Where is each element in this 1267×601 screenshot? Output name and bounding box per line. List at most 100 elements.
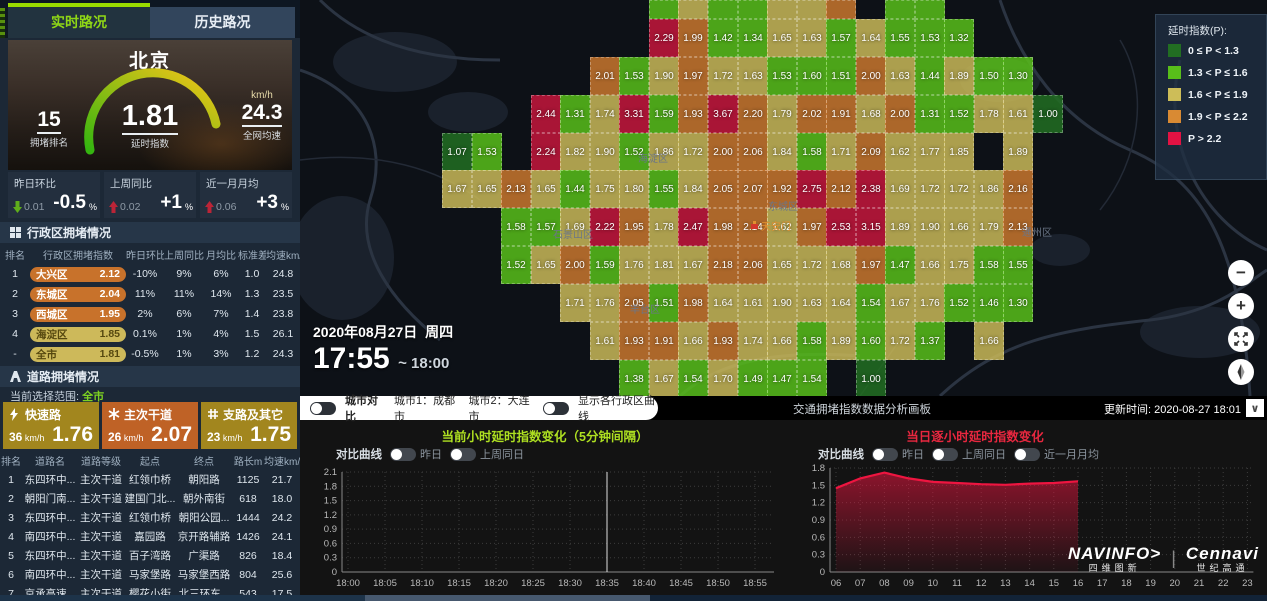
heatmap-cell[interactable]: 1.54 [797, 360, 827, 396]
heatmap-cell[interactable]: 1.78 [649, 208, 679, 246]
heatmap-cell[interactable]: 1.90 [915, 208, 945, 246]
heatmap-cell[interactable]: 2.00 [856, 57, 886, 95]
heatmap-cell[interactable]: 2.00 [708, 133, 738, 171]
heatmap-cell[interactable]: 1.63 [738, 57, 768, 95]
heatmap-cell[interactable]: 2.12 [826, 170, 856, 208]
zoom-in-button[interactable]: + [1228, 293, 1254, 319]
heatmap-cell[interactable]: 2.02 [797, 95, 827, 133]
heatmap-cell[interactable]: 1.54 [678, 360, 708, 396]
horizontal-scrollbar[interactable] [0, 595, 1267, 601]
heatmap-cell[interactable]: 1.79 [974, 208, 1004, 246]
heatmap-cell[interactable]: 2.47 [678, 208, 708, 246]
heatmap-cell[interactable]: 3.31 [619, 95, 649, 133]
heatmap-cell[interactable]: 1.85 [944, 133, 974, 171]
heatmap-cell[interactable]: 1.82 [560, 133, 590, 171]
heatmap-cell[interactable]: 1.75 [590, 170, 620, 208]
heatmap-cell[interactable]: 1.62 [885, 133, 915, 171]
heatmap-cell[interactable]: 1.66 [767, 322, 797, 360]
district-curves-toggle[interactable] [543, 402, 569, 415]
heatmap-cell[interactable]: 1.58 [797, 133, 827, 171]
zoom-out-button[interactable]: − [1228, 260, 1254, 286]
heatmap-cell[interactable]: 1.98 [708, 208, 738, 246]
heatmap-cell[interactable]: 2.53 [826, 208, 856, 246]
heatmap-cell[interactable]: 2.00 [560, 246, 590, 284]
heatmap-cell[interactable]: 2.09 [856, 133, 886, 171]
toggle-switch[interactable] [450, 448, 476, 461]
heatmap-cell[interactable]: 1.91 [826, 95, 856, 133]
heatmap-cell[interactable]: 1.64 [708, 284, 738, 322]
heatmap-cell[interactable]: 2.38 [856, 170, 886, 208]
heatmap-cell[interactable]: 1.74 [590, 95, 620, 133]
heatmap-cell[interactable]: 1.00 [856, 360, 886, 396]
road-row[interactable]: 5东四环中...主次干道百子湾路广渠路82618.4 [0, 546, 300, 565]
chart-toggle[interactable]: 昨日 [390, 446, 442, 462]
heatmap-cell[interactable]: 1.61 [1003, 95, 1033, 133]
road-row[interactable]: 2朝阳门南...主次干道建国门北...朝外南街61818.0 [0, 489, 300, 508]
heatmap-cell[interactable]: 1.67 [678, 246, 708, 284]
tab-history-traffic[interactable]: 历史路况 [150, 7, 295, 38]
heatmap-cell[interactable]: 1.65 [531, 246, 561, 284]
heatmap-cell[interactable]: 1.63 [797, 19, 827, 57]
heatmap-cell[interactable]: 1.50 [974, 57, 1004, 95]
heatmap-cell[interactable]: 1.84 [767, 133, 797, 171]
road-class-card[interactable]: 快速路36 km/h1.76 [3, 402, 99, 449]
heatmap-cell[interactable]: 2.13 [501, 170, 531, 208]
city1[interactable]: 城市1：成都市 [394, 392, 460, 424]
toggle-switch[interactable] [872, 448, 898, 461]
heatmap-cell[interactable]: 1.89 [1003, 133, 1033, 171]
heatmap-cell[interactable]: 2.29 [649, 19, 679, 57]
heatmap-cell[interactable]: 1.55 [885, 19, 915, 57]
heatmap-cell[interactable]: 1.67 [885, 284, 915, 322]
heatmap-cell[interactable]: 1.76 [590, 284, 620, 322]
heatmap-cell[interactable]: 1.63 [797, 284, 827, 322]
road-class-card[interactable]: 主次干道26 km/h2.07 [102, 402, 198, 449]
heatmap-cell[interactable]: 1.55 [1003, 246, 1033, 284]
heatmap-cell[interactable]: 1.58 [974, 246, 1004, 284]
road-class-card[interactable]: 支路及其它23 km/h1.75 [201, 402, 297, 449]
tab-realtime-traffic[interactable]: 实时路况 [8, 7, 150, 38]
heatmap-cell[interactable]: 2.00 [885, 95, 915, 133]
heatmap-cell[interactable]: 1.64 [856, 19, 886, 57]
heatmap-cell[interactable]: 1.65 [767, 246, 797, 284]
heatmap-cell[interactable]: 1.89 [944, 57, 974, 95]
heatmap-cell[interactable]: 1.95 [619, 208, 649, 246]
heatmap-cell[interactable]: 1.65 [472, 170, 502, 208]
heatmap-cell[interactable]: 1.58 [501, 208, 531, 246]
road-row[interactable]: 1东四环中...主次干道红领巾桥朝阳路112521.7 [0, 470, 300, 489]
heatmap-cell[interactable]: 2.07 [738, 170, 768, 208]
heatmap-cell[interactable]: 1.58 [797, 322, 827, 360]
heatmap-cell[interactable]: 1.67 [649, 360, 679, 396]
heatmap-cell[interactable]: 1.93 [708, 322, 738, 360]
heatmap-cell[interactable]: 1.63 [885, 57, 915, 95]
heatmap-cell[interactable]: 1.84 [678, 170, 708, 208]
heatmap-cell[interactable]: 1.66 [974, 322, 1004, 360]
heatmap-cell[interactable]: 1.97 [856, 246, 886, 284]
heatmap-cell[interactable]: 1.75 [944, 246, 974, 284]
heatmap-cell[interactable]: 2.22 [590, 208, 620, 246]
collapse-button[interactable]: ∨ [1246, 399, 1264, 417]
heatmap-cell[interactable]: 1.59 [649, 95, 679, 133]
heatmap-cell[interactable]: 1.76 [619, 246, 649, 284]
heatmap-cell[interactable]: 1.60 [856, 322, 886, 360]
heatmap-cell[interactable]: 1.65 [531, 170, 561, 208]
heatmap-cell[interactable]: 1.86 [974, 170, 1004, 208]
heatmap-cell[interactable]: 1.81 [649, 246, 679, 284]
heatmap-cell[interactable]: 1.68 [856, 95, 886, 133]
heatmap-cell[interactable]: 1.66 [944, 208, 974, 246]
heatmap-cell[interactable]: 1.34 [738, 19, 768, 57]
heatmap-cell[interactable]: 1.72 [708, 57, 738, 95]
heatmap-cell[interactable]: 1.93 [678, 95, 708, 133]
heatmap-cell[interactable]: 1.72 [944, 170, 974, 208]
road-row[interactable]: 3东四环中...主次干道红领巾桥朝阳公园...144424.2 [0, 508, 300, 527]
heatmap-cell[interactable]: 1.67 [442, 170, 472, 208]
city-compare-toggle[interactable] [310, 402, 336, 415]
heatmap-cell[interactable]: 1.51 [826, 57, 856, 95]
heatmap-cell[interactable]: 1.72 [797, 246, 827, 284]
heatmap-cell[interactable]: 2.06 [738, 133, 768, 171]
heatmap-cell[interactable]: 3.67 [708, 95, 738, 133]
heatmap-cell[interactable]: 1.71 [826, 133, 856, 171]
heatmap-cell[interactable]: 1.60 [797, 57, 827, 95]
heatmap-cell[interactable]: 1.64 [826, 284, 856, 322]
heatmap-cell[interactable]: 1.31 [915, 95, 945, 133]
fullscreen-button[interactable] [1228, 326, 1254, 352]
